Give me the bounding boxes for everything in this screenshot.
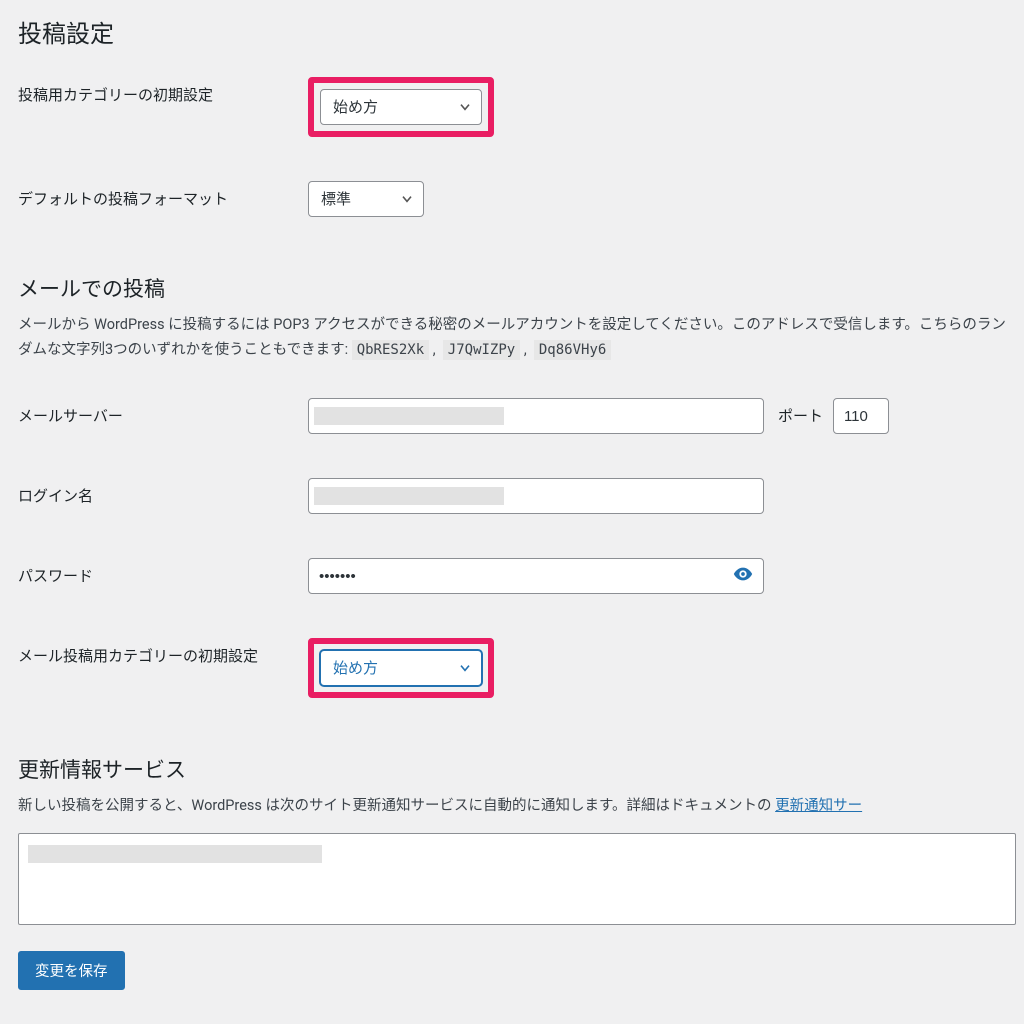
services-heading: 更新情報サービス <box>18 754 1006 784</box>
random-string-2: J7QwIZPy <box>443 340 520 360</box>
random-string-1: QbRES2Xk <box>352 340 429 360</box>
mail-password-label: パスワード <box>18 536 308 616</box>
chevron-down-icon <box>399 191 415 207</box>
mail-category-value: 始め方 <box>333 659 378 677</box>
mail-category-label: メール投稿用カテゴリーの初期設定 <box>18 616 308 720</box>
redacted-block <box>314 407 504 425</box>
default-format-label: デフォルトの投稿フォーマット <box>18 159 308 239</box>
mail-category-select[interactable]: 始め方 <box>320 650 482 686</box>
mail-login-label: ログイン名 <box>18 456 308 536</box>
eye-icon[interactable] <box>732 563 754 589</box>
mail-password-input[interactable] <box>308 558 764 594</box>
mail-section-heading: メールでの投稿 <box>18 273 1006 303</box>
page-title: 投稿設定 <box>18 0 1006 55</box>
chevron-down-icon <box>457 99 473 115</box>
form-table-mail: メールサーバー ポート ログイン名 パスワード <box>18 376 1006 720</box>
mail-server-label: メールサーバー <box>18 376 308 456</box>
default-format-value: 標準 <box>321 190 351 208</box>
highlight-default-category: 始め方 <box>308 77 494 137</box>
highlight-mail-category: 始め方 <box>308 638 494 698</box>
chevron-down-icon <box>457 660 473 676</box>
save-button[interactable]: 変更を保存 <box>18 951 125 990</box>
mail-port-input[interactable] <box>833 398 889 434</box>
redacted-block <box>314 487 504 505</box>
update-services-doc-link[interactable]: 更新通知サー <box>775 797 862 814</box>
mail-section-description: メールから WordPress に投稿するには POP3 アクセスができる秘密の… <box>18 313 1006 362</box>
random-string-3: Dq86VHy6 <box>534 340 611 360</box>
default-format-select[interactable]: 標準 <box>308 181 424 217</box>
port-label: ポート <box>778 407 823 425</box>
services-description: 新しい投稿を公開すると、WordPress は次のサイト更新通知サービスに自動的… <box>18 794 1006 819</box>
redacted-block <box>28 845 322 863</box>
default-category-select[interactable]: 始め方 <box>320 89 482 125</box>
default-category-label: 投稿用カテゴリーの初期設定 <box>18 55 308 159</box>
default-category-value: 始め方 <box>333 98 378 116</box>
form-table-general: 投稿用カテゴリーの初期設定 始め方 デフォルトの投稿フォーマット 標準 <box>18 55 1006 239</box>
